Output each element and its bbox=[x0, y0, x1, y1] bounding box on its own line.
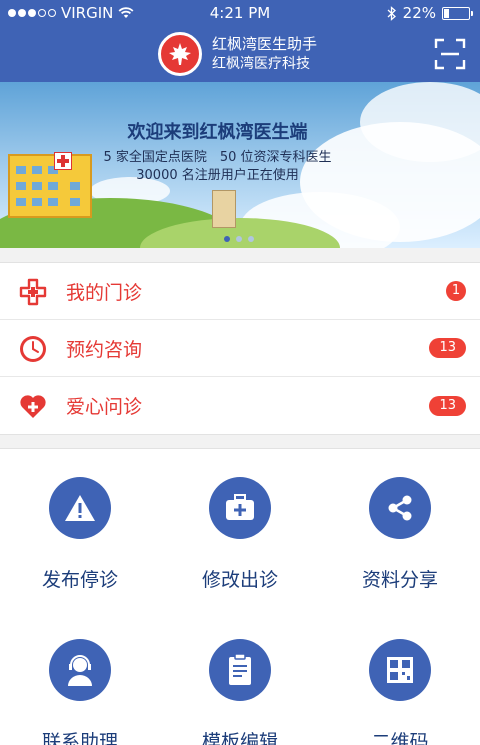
battery-percent: 22% bbox=[402, 4, 436, 22]
pager-dot bbox=[236, 236, 242, 242]
pager-dot bbox=[224, 236, 230, 242]
tile-contact-assistant[interactable]: 联系助理 bbox=[0, 639, 160, 745]
pager-dot bbox=[248, 236, 254, 242]
app-screen: VIRGIN 4:21 PM 22% 红枫湾医生助手 红枫湾医疗科技 欢迎来到红… bbox=[0, 0, 480, 745]
tile-label: 发布停诊 bbox=[41, 569, 118, 591]
banner-title: 欢迎来到红枫湾医生端 bbox=[127, 122, 308, 143]
tower-illustration bbox=[212, 190, 236, 228]
promo-banner[interactable]: 欢迎来到红枫湾医生端 5 家全国定点医院 50 位资深专科医生 30000 名注… bbox=[0, 82, 480, 248]
app-title: 红枫湾医生助手 bbox=[212, 35, 318, 53]
template-icon bbox=[209, 639, 271, 701]
heart-plus-icon bbox=[20, 395, 46, 418]
tile-label: 二维码 bbox=[371, 731, 429, 745]
tile-publish-suspension[interactable]: 发布停诊 bbox=[0, 477, 160, 592]
app-subtitle: 红枫湾医疗科技 bbox=[212, 56, 310, 72]
warning-icon bbox=[49, 477, 111, 539]
clock-icon bbox=[20, 336, 46, 362]
app-header: VIRGIN 4:21 PM 22% 红枫湾医生助手 红枫湾医疗科技 bbox=[0, 0, 480, 82]
banner-users: 30000 名注册用户正在使用 bbox=[136, 168, 299, 183]
share-icon bbox=[369, 477, 431, 539]
status-right: 22% bbox=[387, 4, 473, 22]
medical-kit-icon bbox=[209, 477, 271, 539]
unread-badge: 1 bbox=[446, 281, 466, 301]
bluetooth-icon bbox=[387, 5, 396, 21]
menu-item-appointment[interactable]: 预约咨询 13 bbox=[0, 320, 480, 377]
menu-list: 我的门诊 1 预约咨询 13 爱心问诊 13 bbox=[0, 262, 480, 435]
menu-item-charity-consult[interactable]: 爱心问诊 13 bbox=[0, 377, 480, 434]
menu-item-label: 爱心问诊 bbox=[66, 396, 143, 418]
tile-modify-schedule[interactable]: 修改出诊 bbox=[160, 477, 320, 592]
banner-pager bbox=[224, 236, 254, 242]
tile-label: 修改出诊 bbox=[201, 569, 278, 591]
scan-button[interactable] bbox=[434, 38, 466, 70]
qr-code-icon bbox=[369, 639, 431, 701]
tile-qr-code[interactable]: 二维码 bbox=[320, 639, 480, 745]
medical-cross-icon bbox=[19, 278, 47, 306]
feature-grid: 发布停诊 修改出诊 资料分享 联系助理 模板编辑 二维码 bbox=[0, 448, 480, 745]
unread-badge: 13 bbox=[429, 338, 466, 358]
tile-label: 联系助理 bbox=[41, 731, 118, 745]
tile-edit-template[interactable]: 模板编辑 bbox=[160, 639, 320, 745]
maple-leaf-logo-icon bbox=[158, 32, 202, 76]
battery-icon bbox=[442, 6, 473, 20]
assistant-icon bbox=[49, 639, 111, 701]
tile-label: 模板编辑 bbox=[201, 731, 278, 745]
menu-item-label: 预约咨询 bbox=[66, 338, 143, 361]
unread-badge: 13 bbox=[429, 395, 466, 416]
tile-share-materials[interactable]: 资料分享 bbox=[320, 477, 480, 592]
tile-label: 资料分享 bbox=[361, 569, 438, 591]
brand-text: 红枫湾医生助手 红枫湾医疗科技 bbox=[212, 34, 317, 74]
brand: 红枫湾医生助手 红枫湾医疗科技 bbox=[158, 32, 317, 76]
status-bar: VIRGIN 4:21 PM 22% bbox=[0, 0, 480, 26]
menu-item-label: 我的门诊 bbox=[66, 281, 143, 304]
banner-stats: 5 家全国定点医院 50 位资深专科医生 bbox=[103, 150, 332, 165]
menu-item-my-clinic[interactable]: 我的门诊 1 bbox=[0, 263, 480, 320]
scan-qr-icon bbox=[434, 38, 466, 70]
